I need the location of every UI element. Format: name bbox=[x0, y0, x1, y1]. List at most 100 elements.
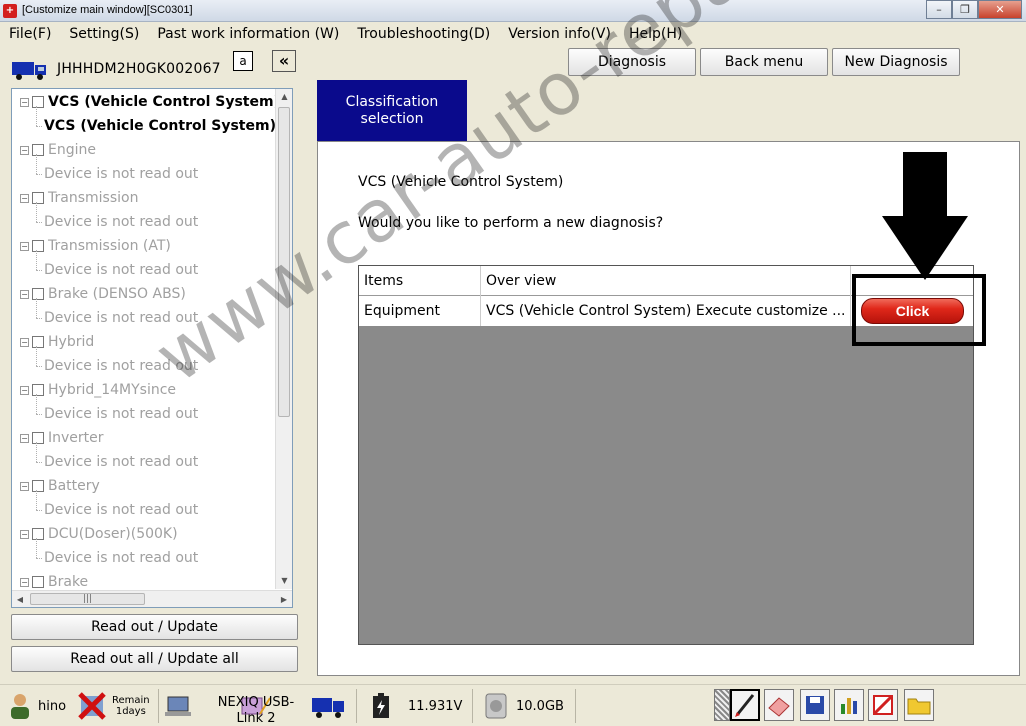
grid-tool-icon[interactable] bbox=[714, 689, 730, 721]
tree-node[interactable]: − Brake (DENSO ABS) bbox=[12, 282, 186, 306]
tree-child-node[interactable]: Device is not read out bbox=[12, 490, 198, 522]
scroll-left-icon[interactable]: ◀ bbox=[12, 591, 28, 607]
tree-checkbox[interactable] bbox=[32, 96, 44, 108]
pc-status bbox=[164, 685, 192, 726]
scroll-down-icon[interactable]: ▼ bbox=[276, 573, 292, 589]
tree-checkbox[interactable] bbox=[32, 480, 44, 492]
chart-button[interactable] bbox=[834, 689, 864, 721]
menu-troubleshooting[interactable]: Troubleshooting(D) bbox=[348, 26, 499, 42]
link-line1: NEXIQ USB- bbox=[217, 695, 295, 710]
tree-vertical-scrollbar[interactable]: ▲ ▼ bbox=[275, 89, 292, 589]
down-arrow-icon bbox=[882, 152, 968, 280]
menu-file[interactable]: File(F) bbox=[0, 26, 60, 42]
tree-child-node[interactable]: Device is not read out bbox=[12, 298, 198, 330]
vin-row: JHHHDM2H0GK002067 bbox=[10, 54, 300, 84]
scroll-thumb[interactable] bbox=[278, 107, 290, 417]
tree-checkbox[interactable] bbox=[32, 384, 44, 396]
system-tree[interactable]: − VCS (Vehicle Control System) VCS (Vehicl… bbox=[11, 88, 293, 608]
tree-node[interactable]: − Engine bbox=[12, 138, 96, 162]
tree-node[interactable]: − Transmission bbox=[12, 186, 138, 210]
no-draw-icon bbox=[872, 694, 894, 716]
collapse-icon[interactable]: − bbox=[20, 481, 29, 491]
tree-checkbox[interactable] bbox=[32, 192, 44, 204]
collapse-panel-button[interactable]: « bbox=[272, 50, 296, 72]
tree-child-node[interactable]: VCS (Vehicle Control System) bbox=[12, 106, 276, 138]
tree-child-node[interactable]: Device is not read out bbox=[12, 394, 198, 426]
tree-node[interactable]: − VCS (Vehicle Control System) bbox=[12, 90, 276, 114]
tree-node[interactable]: − Brake bbox=[12, 570, 88, 589]
collapse-icon[interactable]: − bbox=[20, 193, 29, 203]
tree-node-label: Transmission (AT) bbox=[48, 238, 171, 254]
maximize-button[interactable]: ❐ bbox=[952, 0, 978, 19]
truck-icon bbox=[12, 62, 46, 80]
folder-button[interactable] bbox=[904, 689, 934, 721]
collapse-icon[interactable]: − bbox=[20, 577, 29, 587]
tree-checkbox[interactable] bbox=[32, 288, 44, 300]
tab-label-line1: Classification bbox=[345, 94, 439, 110]
window-controls: – ❐ ✕ bbox=[926, 0, 1022, 19]
tab-classification-selection[interactable]: Classification selection bbox=[317, 80, 467, 142]
tree-node-label: Battery bbox=[48, 478, 100, 494]
tree-child-node[interactable]: Device is not read out bbox=[12, 154, 199, 186]
status-truck-icon bbox=[312, 698, 344, 718]
tree-checkbox[interactable] bbox=[32, 240, 44, 252]
read-out-all-update-all-button[interactable]: Read out all / Update all bbox=[11, 646, 298, 672]
tree-node-label: Transmission bbox=[48, 190, 139, 206]
a-button[interactable]: a bbox=[233, 51, 253, 71]
collapse-icon[interactable]: − bbox=[20, 289, 29, 299]
link-status: NEXIQ USB- Link 2 bbox=[208, 685, 304, 726]
tree-checkbox[interactable] bbox=[32, 144, 44, 156]
tree-child-node[interactable]: Device is not read out bbox=[12, 250, 198, 282]
hscroll-thumb[interactable]: ||| bbox=[30, 593, 145, 605]
tree-checkbox[interactable] bbox=[32, 528, 44, 540]
menu-help[interactable]: Help(H) bbox=[620, 26, 691, 42]
header-items: Items bbox=[359, 266, 481, 296]
tree-child-node[interactable]: Device is not read out bbox=[12, 346, 199, 378]
tree-node-label: Engine bbox=[48, 142, 96, 158]
minimize-button[interactable]: – bbox=[926, 0, 952, 19]
collapse-icon[interactable]: − bbox=[20, 433, 29, 443]
tree-node-label: Device is not read out bbox=[44, 166, 199, 182]
collapse-icon[interactable]: − bbox=[20, 529, 29, 539]
battery-status: 11.931V bbox=[370, 685, 462, 726]
tree-checkbox[interactable] bbox=[32, 336, 44, 348]
scroll-up-icon[interactable]: ▲ bbox=[276, 89, 292, 105]
back-menu-button[interactable]: Back menu bbox=[700, 48, 828, 76]
tree-node-label: Device is not read out bbox=[44, 358, 199, 374]
tree-node[interactable]: − Battery bbox=[12, 474, 100, 498]
no-draw-button[interactable] bbox=[868, 689, 898, 721]
question-text: Would you like to perform a new diagnosi… bbox=[358, 215, 664, 231]
close-button[interactable]: ✕ bbox=[978, 0, 1022, 19]
collapse-icon[interactable]: − bbox=[20, 241, 29, 251]
highlight-box bbox=[852, 274, 986, 346]
tree-node[interactable]: − Hybrid bbox=[12, 330, 94, 354]
read-out-update-button[interactable]: Read out / Update bbox=[11, 614, 298, 640]
save-button[interactable] bbox=[800, 689, 830, 721]
laptop-icon bbox=[165, 696, 191, 716]
menu-setting[interactable]: Setting(S) bbox=[60, 26, 148, 42]
collapse-icon[interactable]: − bbox=[20, 145, 29, 155]
collapse-icon[interactable]: − bbox=[20, 97, 29, 107]
tree-child-node[interactable]: Device is not read out bbox=[12, 202, 198, 234]
collapse-icon[interactable]: − bbox=[20, 385, 29, 395]
diagnosis-button[interactable]: Diagnosis bbox=[568, 48, 696, 76]
tree-checkbox[interactable] bbox=[32, 576, 44, 588]
scroll-right-icon[interactable]: ▶ bbox=[276, 591, 292, 607]
tree-node[interactable]: − Inverter bbox=[12, 426, 104, 450]
tree-child-node[interactable]: Device is not read out bbox=[12, 442, 199, 474]
menu-version-info[interactable]: Version info(V) bbox=[499, 26, 620, 42]
save-icon bbox=[806, 696, 824, 714]
pen-button[interactable] bbox=[730, 689, 760, 721]
folder-icon bbox=[907, 698, 931, 715]
menu-past-work[interactable]: Past work information (W) bbox=[148, 26, 348, 42]
window-title: [Customize main window][SC0301] bbox=[22, 4, 193, 16]
new-diagnosis-button[interactable]: New Diagnosis bbox=[832, 48, 960, 76]
eraser-button[interactable] bbox=[764, 689, 794, 721]
eraser-icon bbox=[768, 697, 790, 717]
tree-horizontal-scrollbar[interactable]: ◀ ||| ▶ bbox=[12, 590, 292, 607]
collapse-icon[interactable]: − bbox=[20, 337, 29, 347]
tree-node-label: Brake (DENSO ABS) bbox=[48, 286, 186, 302]
tree-checkbox[interactable] bbox=[32, 432, 44, 444]
tree-node-label: Device is not read out bbox=[44, 454, 199, 470]
tree-child-node[interactable]: Device is not read out bbox=[12, 538, 198, 570]
